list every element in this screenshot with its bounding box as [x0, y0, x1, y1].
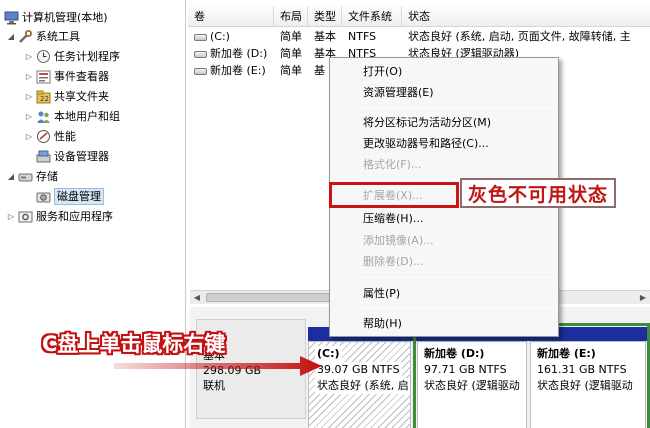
tree-label: 磁盘管理	[54, 188, 104, 205]
menu-item-shrink-volume[interactable]: 压缩卷(H)...	[333, 208, 555, 229]
tree-label: 共享文件夹	[54, 90, 109, 103]
tree-item-event-viewer[interactable]: ▷ 事件查看器	[24, 67, 109, 86]
svg-text:22: 22	[40, 95, 49, 103]
tree-item-system-tools[interactable]: ◢ 系统工具	[6, 27, 80, 46]
tree-label: 本地用户和组	[54, 110, 120, 123]
collapsed-arrow-icon[interactable]: ▷	[24, 92, 34, 101]
performance-icon	[35, 129, 51, 144]
device-manager-icon	[35, 149, 51, 164]
services-icon	[17, 209, 33, 224]
collapsed-arrow-icon[interactable]: ▷	[24, 52, 34, 61]
column-header-filesystem[interactable]: 文件系统	[342, 6, 402, 27]
partition-name: 新加卷 (D:)	[424, 347, 485, 360]
annotation-gray-unavailable: 灰色不可用状态	[460, 178, 617, 208]
column-header-status[interactable]: 状态	[402, 6, 650, 27]
volume-name: 新加卷 (D:)	[210, 47, 268, 60]
tree-item-storage[interactable]: ◢ 存储	[6, 167, 58, 186]
menu-item-change-drive-letter[interactable]: 更改驱动器号和路径(C)...	[333, 133, 555, 154]
tree-label: 计算机管理(本地)	[22, 11, 108, 24]
partition-status: 状态良好 (逻辑驱动	[537, 379, 633, 392]
scroll-left-icon[interactable]: ◀	[190, 291, 204, 304]
tree-item-computer-management[interactable]: 计算机管理(本地)	[2, 8, 108, 27]
tree-item-services-apps[interactable]: ▷ 服务和应用程序	[6, 207, 113, 226]
drive-icon	[194, 67, 207, 75]
tree-item-performance[interactable]: ▷ 性能	[24, 127, 76, 146]
tree-item-device-manager[interactable]: 设备管理器	[34, 147, 109, 166]
partition-name: 新加卷 (E:)	[537, 347, 596, 360]
menu-separator	[360, 107, 554, 108]
volume-list-header: 卷 布局 类型 文件系统 状态	[188, 6, 650, 27]
layout-cell: 简单	[280, 47, 302, 60]
partition-e[interactable]: 新加卷 (E:) 161.31 GB NTFS 状态良好 (逻辑驱动	[530, 341, 646, 428]
tree-item-local-users[interactable]: ▷ 本地用户和组	[24, 107, 120, 126]
partition-status: 状态良好 (逻辑驱动	[424, 379, 520, 392]
menu-separator	[360, 308, 554, 309]
tree-label: 系统工具	[36, 30, 80, 43]
tools-icon	[17, 29, 33, 44]
partition-d[interactable]: 新加卷 (D:) 97.71 GB NTFS 状态良好 (逻辑驱动	[417, 341, 527, 428]
menu-item-add-mirror[interactable]: 添加镜像(A)...	[333, 230, 555, 251]
shared-folder-icon: 22	[35, 89, 51, 104]
tree-label: 性能	[54, 130, 76, 143]
tree-label: 服务和应用程序	[36, 210, 113, 223]
tree-label: 任务计划程序	[54, 50, 120, 63]
volume-name-cell: (C:)	[188, 28, 274, 45]
collapsed-arrow-icon[interactable]: ▷	[24, 72, 34, 81]
menu-item-format[interactable]: 格式化(F)...	[333, 154, 555, 175]
disk-management-icon	[35, 189, 51, 204]
volume-name: 新加卷 (E:)	[210, 64, 266, 77]
tree-label: 设备管理器	[54, 150, 109, 163]
expanded-arrow-icon[interactable]: ◢	[6, 32, 16, 41]
volume-name: (C:)	[210, 30, 230, 43]
tree-item-disk-management[interactable]: 磁盘管理	[34, 187, 104, 206]
highlight-box	[329, 182, 459, 208]
menu-item-delete-volume[interactable]: 删除卷(D)...	[333, 251, 555, 272]
clock-icon	[35, 49, 51, 64]
column-header-type[interactable]: 类型	[308, 6, 342, 27]
scroll-right-icon[interactable]: ▶	[636, 291, 650, 304]
computer-management-icon	[3, 10, 19, 25]
users-icon	[35, 109, 51, 124]
menu-separator	[360, 277, 554, 278]
menu-item-explorer[interactable]: 资源管理器(E)	[333, 82, 555, 103]
volume-name-cell: 新加卷 (D:)	[188, 45, 274, 62]
event-viewer-icon	[35, 69, 51, 84]
status-cell: 状态良好 (系统, 启动, 页面文件, 故障转储, 主	[408, 30, 631, 43]
menu-item-open[interactable]: 打开(O)	[333, 61, 555, 82]
layout-cell: 简单	[280, 64, 302, 77]
volume-name-cell: 新加卷 (E:)	[188, 62, 274, 79]
drive-icon	[194, 50, 207, 58]
column-header-volume[interactable]: 卷	[188, 6, 274, 27]
drive-icon	[194, 33, 207, 41]
tree-item-task-scheduler[interactable]: ▷ 任务计划程序	[24, 47, 120, 66]
layout-cell: 简单	[280, 30, 302, 43]
tree-label: 事件查看器	[54, 70, 109, 83]
menu-item-help[interactable]: 帮助(H)	[333, 313, 555, 334]
filesystem-cell: NTFS	[348, 30, 377, 43]
storage-icon	[17, 169, 33, 184]
partition-size: 97.71 GB NTFS	[424, 363, 507, 376]
menu-item-properties[interactable]: 属性(P)	[333, 283, 555, 304]
expanded-arrow-icon[interactable]: ◢	[6, 172, 16, 181]
menu-item-mark-active[interactable]: 将分区标记为活动分区(M)	[333, 112, 555, 133]
collapsed-arrow-icon[interactable]: ▷	[24, 112, 34, 121]
type-cell: 基本	[314, 30, 336, 43]
table-row[interactable]: (C:) 简单 基本 NTFS 状态良好 (系统, 启动, 页面文件, 故障转储…	[188, 28, 650, 45]
tree-item-shared-folders[interactable]: ▷ 22 共享文件夹	[24, 87, 109, 106]
annotation-arrow-icon	[114, 356, 322, 376]
partition-size: 161.31 GB NTFS	[537, 363, 627, 376]
tree-label: 存储	[36, 170, 58, 183]
column-header-layout[interactable]: 布局	[274, 6, 308, 27]
collapsed-arrow-icon[interactable]: ▷	[24, 132, 34, 141]
collapsed-arrow-icon[interactable]: ▷	[6, 212, 16, 221]
